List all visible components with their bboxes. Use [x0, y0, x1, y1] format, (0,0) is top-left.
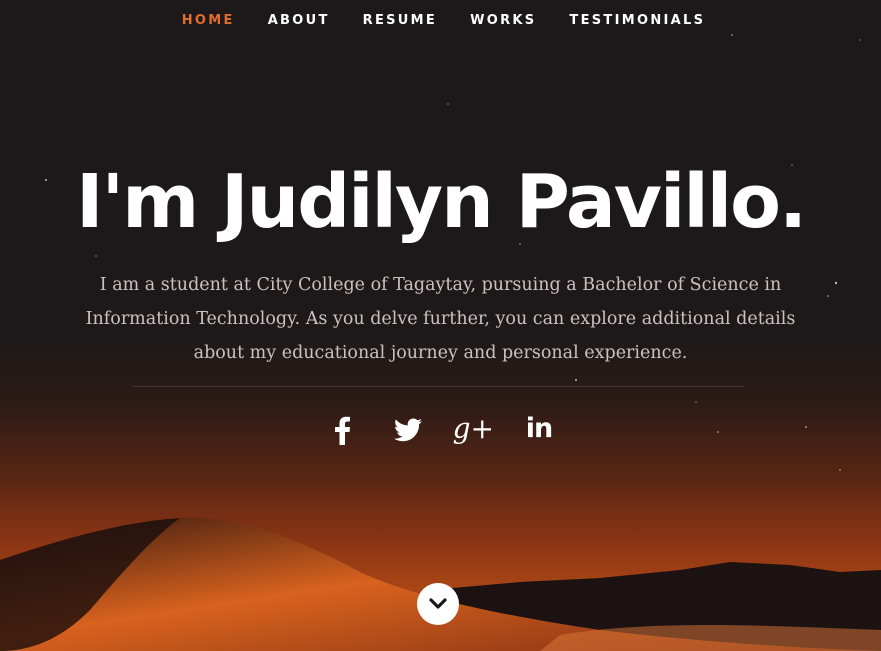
- hero-intro: I am a student at City College of Tagayt…: [85, 275, 796, 363]
- chevron-down-icon: [429, 598, 447, 609]
- nav-item-home[interactable]: HOME: [182, 13, 235, 28]
- twitter-icon[interactable]: [384, 405, 432, 453]
- nav-item-about[interactable]: ABOUT: [268, 13, 330, 28]
- nav-item-testimonials[interactable]: TESTIMONIALS: [569, 13, 705, 28]
- nav-item-works[interactable]: WORKS: [470, 13, 536, 28]
- google-plus-icon[interactable]: g+: [449, 405, 497, 453]
- main-nav: HOME ABOUT RESUME WORKS TESTIMONIALS: [0, 0, 881, 40]
- nav-item-resume[interactable]: RESUME: [363, 13, 437, 28]
- social-links: g+ in: [318, 405, 563, 453]
- hero-headline: I'm Judilyn Pavillo.: [75, 159, 807, 245]
- facebook-icon[interactable]: [318, 405, 366, 453]
- divider: [133, 386, 743, 387]
- scroll-down-button[interactable]: [417, 583, 459, 625]
- linkedin-icon[interactable]: in: [515, 405, 563, 453]
